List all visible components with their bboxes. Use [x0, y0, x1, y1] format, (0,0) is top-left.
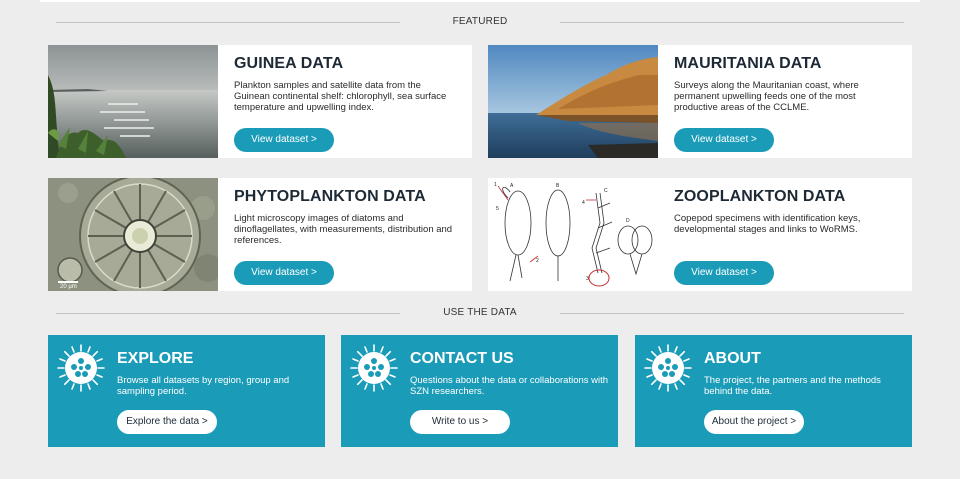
guinea-sea-coast-image[interactable] [48, 45, 218, 158]
zooplankton-copepod-drawing[interactable]: A B C D 1 2 3 4 5 [488, 178, 658, 291]
dataset-title: GUINEA DATA [234, 55, 344, 72]
explore-data-button[interactable]: Explore the data > [117, 410, 217, 434]
figure-label: 4 [582, 200, 585, 206]
dataset-description: Plankton samples and satellite data from… [234, 80, 447, 113]
view-dataset-button[interactable]: View dataset > [674, 261, 774, 285]
dataset-card-guinea: GUINEA DATA Plankton samples and satelli… [48, 45, 472, 158]
figure-label: 1 [494, 182, 497, 188]
scale-bar-label: 20 µm [60, 284, 77, 290]
action-title: EXPLORE [117, 350, 194, 367]
dataset-description: Copepod specimens with identification ke… [674, 213, 861, 235]
action-description: Browse all datasets by region, group and… [117, 375, 290, 397]
view-dataset-button[interactable]: View dataset > [234, 128, 334, 152]
top-strip [40, 0, 920, 2]
dataset-card-mauritania: MAURITANIA DATA Surveys along the Maurit… [488, 45, 912, 158]
about-project-button[interactable]: About the project > [704, 410, 804, 434]
figure-label: 3 [586, 276, 589, 282]
action-panel-contact: CONTACT US Questions about the data or c… [341, 335, 618, 447]
plankton-cell-icon [56, 343, 106, 393]
dataset-card-zooplankton: A B C D 1 2 3 4 5 ZOOPLANKTON DATA Copep… [488, 178, 912, 291]
figure-label: 5 [496, 206, 499, 212]
action-panel-explore: EXPLORE Browse all datasets by region, g… [48, 335, 325, 447]
figure-label: D [626, 218, 630, 224]
view-dataset-button[interactable]: View dataset > [674, 128, 774, 152]
view-dataset-button[interactable]: View dataset > [234, 261, 334, 285]
plankton-cell-icon [349, 343, 399, 393]
header-divider-right [560, 22, 904, 23]
dataset-title: PHYTOPLANKTON DATA [234, 188, 426, 205]
header-divider-right [560, 313, 904, 314]
use-data-section-header: USE THE DATA [56, 305, 904, 321]
phytoplankton-diatom-image[interactable]: 20 µm [48, 178, 218, 291]
figure-label: 2 [536, 258, 539, 264]
plankton-cell-icon [643, 343, 693, 393]
dataset-title: MAURITANIA DATA [674, 55, 822, 72]
write-to-us-button[interactable]: Write to us > [410, 410, 510, 434]
action-panel-about: ABOUT The project, the partners and the … [635, 335, 912, 447]
action-title: ABOUT [704, 350, 761, 367]
action-description: The project, the partners and the method… [704, 375, 881, 397]
mauritania-cliff-coast-image[interactable] [488, 45, 658, 158]
dataset-description: Surveys along the Mauritanian coast, whe… [674, 80, 859, 113]
dataset-description: Light microscopy images of diatoms and d… [234, 213, 453, 246]
action-description: Questions about the data or collaboratio… [410, 375, 609, 397]
dataset-card-phytoplankton: 20 µm PHYTOPLANKTON DATA Light microscop… [48, 178, 472, 291]
figure-label: C [604, 188, 608, 194]
dataset-title: ZOOPLANKTON DATA [674, 188, 846, 205]
featured-section-header: FEATURED [56, 14, 904, 30]
action-title: CONTACT US [410, 350, 514, 367]
